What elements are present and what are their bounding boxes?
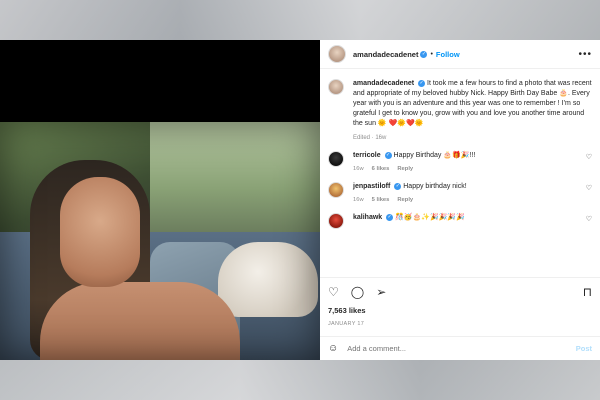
comment-bubble-icon[interactable]: ◯ bbox=[351, 285, 364, 299]
post-media bbox=[0, 40, 320, 360]
comment-text: 🎊🥳🎂✨🎉🎉🎉🎉 bbox=[395, 214, 465, 221]
caption: amandadecadenet ✓ It took me a few hours… bbox=[328, 79, 592, 141]
comments-list[interactable]: amandadecadenet ✓ It took me a few hours… bbox=[320, 69, 600, 304]
comment-item: jenpastiloff ✓ Happy birthday nick! 16w … bbox=[328, 182, 592, 203]
caption-meta: Edited · 16w bbox=[353, 135, 387, 141]
separator-dot: • bbox=[430, 50, 433, 58]
more-horizontal-icon[interactable]: ••• bbox=[578, 49, 592, 60]
comment-reply-button[interactable]: Reply bbox=[397, 197, 413, 203]
post-header: amandadecadenet ✓ • Follow ••• bbox=[320, 40, 600, 69]
verified-icon: ✓ bbox=[384, 151, 392, 159]
likes-count[interactable]: 7,563 likes bbox=[328, 306, 592, 315]
save-bookmark-icon[interactable]: ⊓ bbox=[583, 285, 592, 299]
caption-avatar[interactable] bbox=[328, 79, 344, 95]
blurred-background-top bbox=[0, 0, 600, 40]
comment-like-heart-icon[interactable]: ♡ bbox=[586, 153, 592, 161]
follow-button[interactable]: Follow bbox=[436, 50, 460, 59]
add-comment-input[interactable] bbox=[347, 344, 576, 353]
post-date: JANUARY 17 bbox=[328, 321, 365, 327]
comment-text: Happy birthday nick! bbox=[403, 183, 467, 190]
comment-avatar[interactable] bbox=[328, 182, 344, 198]
blurred-background-bottom bbox=[0, 360, 600, 400]
comment-text: Happy Birthday 🎂🎁🎉!!! bbox=[393, 152, 476, 159]
comment-username[interactable]: kalihawk bbox=[353, 214, 382, 221]
emoji-icon[interactable]: ☺ bbox=[328, 343, 338, 354]
comment-likes[interactable]: 6 likes bbox=[372, 166, 390, 172]
verified-icon: ✓ bbox=[386, 213, 394, 221]
photo-vignette bbox=[0, 122, 320, 360]
author-username[interactable]: amandadecadenet bbox=[353, 50, 418, 59]
add-comment-bar: ☺ Post bbox=[320, 336, 600, 360]
comment-like-heart-icon[interactable]: ♡ bbox=[586, 184, 592, 192]
comment-username[interactable]: terricole bbox=[353, 152, 381, 159]
post-comment-button[interactable]: Post bbox=[576, 344, 592, 353]
comment-avatar[interactable] bbox=[328, 151, 344, 167]
post-sidebar: amandadecadenet ✓ • Follow ••• amandadec… bbox=[320, 40, 600, 360]
comment-avatar[interactable] bbox=[328, 213, 344, 229]
caption-text: amandadecadenet ✓ It took me a few hours… bbox=[353, 79, 592, 129]
comment-meta: 16w 6 likes Reply bbox=[353, 166, 583, 172]
caption-body: It took me a few hours to find a photo t… bbox=[353, 80, 592, 127]
caption-username[interactable]: amandadecadenet bbox=[353, 80, 414, 87]
like-heart-icon[interactable]: ♡ bbox=[328, 285, 339, 299]
verified-icon: ✓ bbox=[394, 182, 402, 190]
comment-meta: 16w 5 likes Reply bbox=[353, 197, 583, 203]
verified-icon: ✓ bbox=[420, 50, 428, 58]
comment-time: 16w bbox=[353, 166, 364, 172]
comment-like-heart-icon[interactable]: ♡ bbox=[586, 215, 592, 223]
comment-item: terricole ✓ Happy Birthday 🎂🎁🎉!!! 16w 6 … bbox=[328, 151, 592, 172]
post-photo[interactable] bbox=[0, 122, 320, 360]
author-avatar[interactable] bbox=[328, 45, 346, 63]
share-send-icon[interactable]: ➢ bbox=[376, 285, 386, 299]
comment-username[interactable]: jenpastiloff bbox=[353, 183, 390, 190]
comment-time: 16w bbox=[353, 197, 364, 203]
comment-reply-button[interactable]: Reply bbox=[397, 166, 413, 172]
comment-likes[interactable]: 5 likes bbox=[372, 197, 390, 203]
verified-icon: ✓ bbox=[418, 79, 426, 87]
instagram-post: amandadecadenet ✓ • Follow ••• amandadec… bbox=[0, 40, 600, 360]
comment-item: kalihawk ✓ 🎊🥳🎂✨🎉🎉🎉🎉 ♡ bbox=[328, 213, 592, 229]
